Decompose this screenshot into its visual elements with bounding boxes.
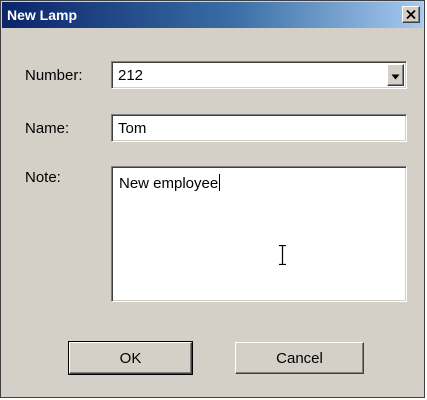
text-cursor-icon [278,244,287,269]
cancel-label: Cancel [276,349,323,367]
note-textarea[interactable]: New employee [111,166,407,302]
note-label: Note: [25,169,61,186]
window-title: New Lamp [7,7,78,23]
number-label: Number: [25,67,83,84]
dropdown-button[interactable] [387,64,404,86]
number-dropdown[interactable]: 212 [111,61,407,89]
text-caret [219,174,221,191]
title-bar[interactable]: New Lamp [2,2,423,28]
note-text: New employee [119,174,221,192]
ok-label: OK [119,349,142,367]
chevron-down-icon [391,67,400,84]
new-lamp-dialog: New Lamp Number: 212 Name: Tom Note: New… [0,0,425,398]
close-button[interactable] [402,6,420,23]
cancel-button[interactable]: Cancel [235,342,364,374]
close-icon [406,6,416,24]
note-value: New employee [119,175,219,192]
number-value: 212 [118,67,144,84]
name-value: Tom [118,120,147,137]
ok-button[interactable]: OK [68,341,193,375]
name-field[interactable]: Tom [111,114,407,142]
name-label: Name: [25,120,70,137]
